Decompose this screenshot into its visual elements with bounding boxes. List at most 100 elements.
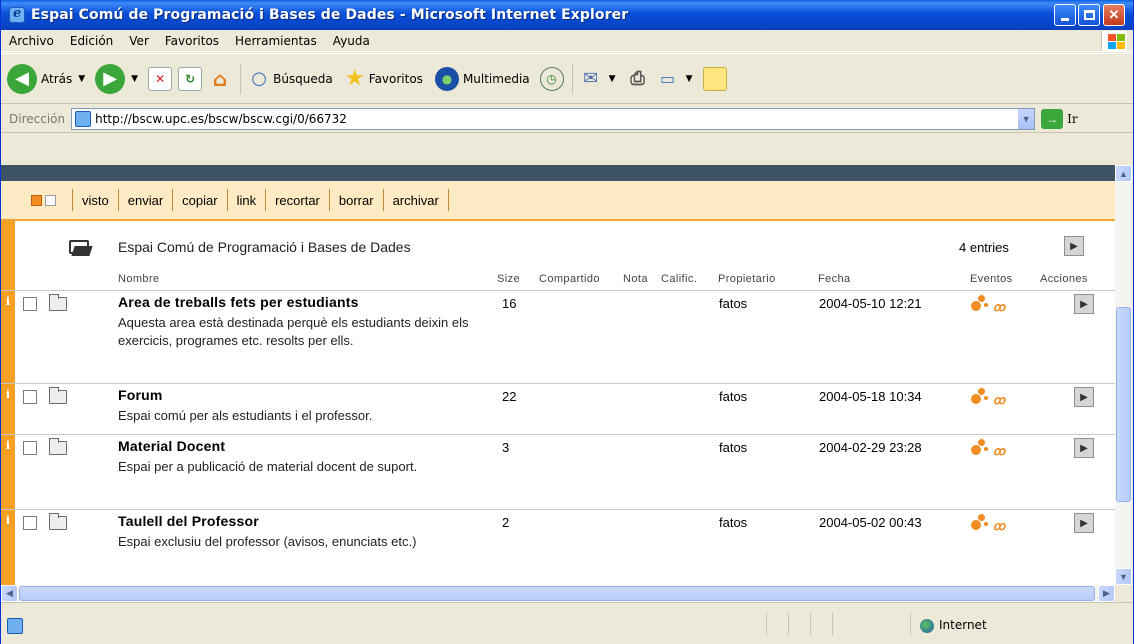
row-checkbox[interactable] [23, 516, 37, 530]
mail-button[interactable]: ✉ ▼ [579, 67, 620, 91]
row-checkbox[interactable] [23, 441, 37, 455]
item-owner[interactable]: fatos [719, 515, 747, 530]
col-compartido[interactable]: Compartido [539, 273, 600, 285]
col-calific[interactable]: Calific. [661, 273, 697, 285]
menu-favoritos[interactable]: Favoritos [165, 34, 219, 48]
scroll-down-button[interactable]: ▼ [1115, 568, 1132, 585]
action-recortar[interactable]: recortar [265, 189, 329, 211]
stop-button[interactable]: ✕ [148, 66, 173, 91]
row-action-button[interactable]: ▶ [1074, 513, 1094, 533]
item-owner[interactable]: fatos [719, 389, 747, 404]
status-pane-divider [766, 613, 767, 635]
notes-button[interactable] [702, 66, 727, 91]
action-archivar[interactable]: archivar [382, 189, 449, 211]
col-eventos[interactable]: Eventos [970, 273, 1013, 285]
row-action-button[interactable]: ▶ [1074, 387, 1094, 407]
action-copiar[interactable]: copiar [172, 189, 226, 211]
item-owner[interactable]: fatos [719, 440, 747, 455]
events-icons[interactable]: ꝏ [971, 294, 1035, 314]
item-date: 2004-02-29 23:28 [819, 440, 922, 455]
history-button[interactable]: ◷ [539, 66, 564, 91]
info-icon[interactable]: i [1, 435, 15, 508]
item-name[interactable]: Taulell del Professor [118, 513, 259, 529]
events-icons[interactable]: ꝏ [971, 387, 1035, 407]
folder-icon[interactable] [49, 513, 67, 530]
address-input[interactable] [95, 111, 996, 126]
status-pane-divider [910, 613, 911, 635]
row-checkbox[interactable] [23, 297, 37, 311]
media-button[interactable]: ● Multimedia [434, 66, 530, 91]
info-icon[interactable]: i [1, 510, 15, 585]
close-button[interactable]: ✕ [1103, 4, 1125, 26]
status-pane-divider [788, 613, 789, 635]
col-size[interactable]: Size [497, 273, 520, 285]
horizontal-scrollbar[interactable]: ◀ ▶ [1, 585, 1115, 602]
search-button[interactable]: ○ Búsqueda [247, 67, 333, 91]
address-field[interactable]: ▼ [71, 107, 1036, 130]
horizontal-scroll-thumb[interactable] [19, 586, 1095, 601]
col-propietario[interactable]: Propietario [718, 273, 776, 285]
action-borrar[interactable]: borrar [328, 189, 383, 211]
forward-arrow-icon: ▶ [95, 63, 126, 94]
menu-ayuda[interactable]: Ayuda [333, 34, 370, 48]
row-checkbox[interactable] [23, 390, 37, 404]
col-nota[interactable]: Nota [623, 273, 648, 285]
go-button[interactable]: → Ir [1041, 108, 1078, 129]
deselect-all-icon[interactable] [45, 194, 56, 206]
info-icon[interactable]: i [1, 384, 15, 433]
folder-action-button[interactable]: ▶ [1064, 236, 1084, 256]
row-action-button[interactable]: ▶ [1074, 438, 1094, 458]
chevron-down-icon[interactable]: ▼ [131, 74, 138, 84]
col-acciones[interactable]: Acciones [1040, 273, 1088, 285]
row-action-button[interactable]: ▶ [1074, 294, 1094, 314]
status-bar: Internet [1, 602, 1133, 644]
menu-archivo[interactable]: Archivo [9, 34, 54, 48]
item-name[interactable]: Forum [118, 387, 163, 403]
home-button[interactable]: ⌂ [208, 67, 232, 91]
select-all-icon[interactable] [31, 194, 42, 206]
favorites-label: Favoritos [368, 71, 423, 86]
minimize-button[interactable] [1054, 4, 1076, 26]
select-all-toggle[interactable] [31, 194, 56, 206]
info-icon[interactable]: i [1, 291, 15, 382]
chevron-down-icon[interactable]: ▼ [686, 74, 693, 84]
item-name[interactable]: Material Docent [118, 438, 225, 454]
glasses-icon: ꝏ [993, 519, 1005, 533]
scroll-left-button[interactable]: ◀ [1, 585, 18, 602]
table-row: i Material Docent Espai per a publicació… [1, 434, 1115, 508]
menu-edicion[interactable]: Edición [70, 34, 113, 48]
action-enviar[interactable]: enviar [117, 189, 172, 211]
col-fecha[interactable]: Fecha [818, 273, 851, 285]
folder-icon[interactable] [49, 387, 67, 404]
maximize-button[interactable] [1078, 4, 1100, 26]
scroll-up-button[interactable]: ▲ [1115, 165, 1132, 182]
edit-button[interactable]: ▭ ▼ [656, 67, 697, 91]
events-icons[interactable]: ꝏ [971, 513, 1035, 533]
item-name[interactable]: Area de treballs fets per estudiants [118, 294, 359, 310]
item-owner[interactable]: fatos [719, 296, 747, 311]
favorites-button[interactable]: ★ Favoritos [343, 66, 423, 91]
col-nombre[interactable]: Nombre [118, 273, 160, 285]
refresh-button[interactable]: ↻ [178, 66, 203, 91]
events-icons[interactable]: ꝏ [971, 438, 1035, 458]
back-button[interactable]: ◀ Atrás ▼ [7, 63, 89, 94]
action-link[interactable]: link [226, 189, 266, 211]
folder-icon[interactable] [49, 438, 67, 455]
menu-ver[interactable]: Ver [129, 34, 149, 48]
media-label: Multimedia [462, 71, 530, 86]
item-date: 2004-05-18 10:34 [819, 389, 922, 404]
chevron-down-icon[interactable]: ▼ [78, 74, 85, 84]
title-bar[interactable]: Espai Comú de Programació i Bases de Dad… [1, 0, 1133, 30]
folder-icon[interactable] [49, 294, 67, 311]
print-button[interactable]: ⎙ [626, 67, 650, 91]
action-visto[interactable]: visto [72, 189, 118, 211]
chevron-down-icon[interactable]: ▼ [1017, 108, 1035, 129]
vertical-scrollbar[interactable]: ▲ ▼ [1115, 165, 1132, 585]
chevron-down-icon[interactable]: ▼ [609, 74, 616, 84]
scroll-right-button[interactable]: ▶ [1098, 585, 1115, 602]
vertical-scroll-thumb[interactable] [1116, 307, 1131, 502]
menu-herramientas[interactable]: Herramientas [235, 34, 317, 48]
menu-bar: Archivo Edición Ver Favoritos Herramient… [1, 30, 1133, 52]
go-arrow-icon: → [1041, 108, 1064, 129]
forward-button[interactable]: ▶ ▼ [95, 63, 142, 94]
